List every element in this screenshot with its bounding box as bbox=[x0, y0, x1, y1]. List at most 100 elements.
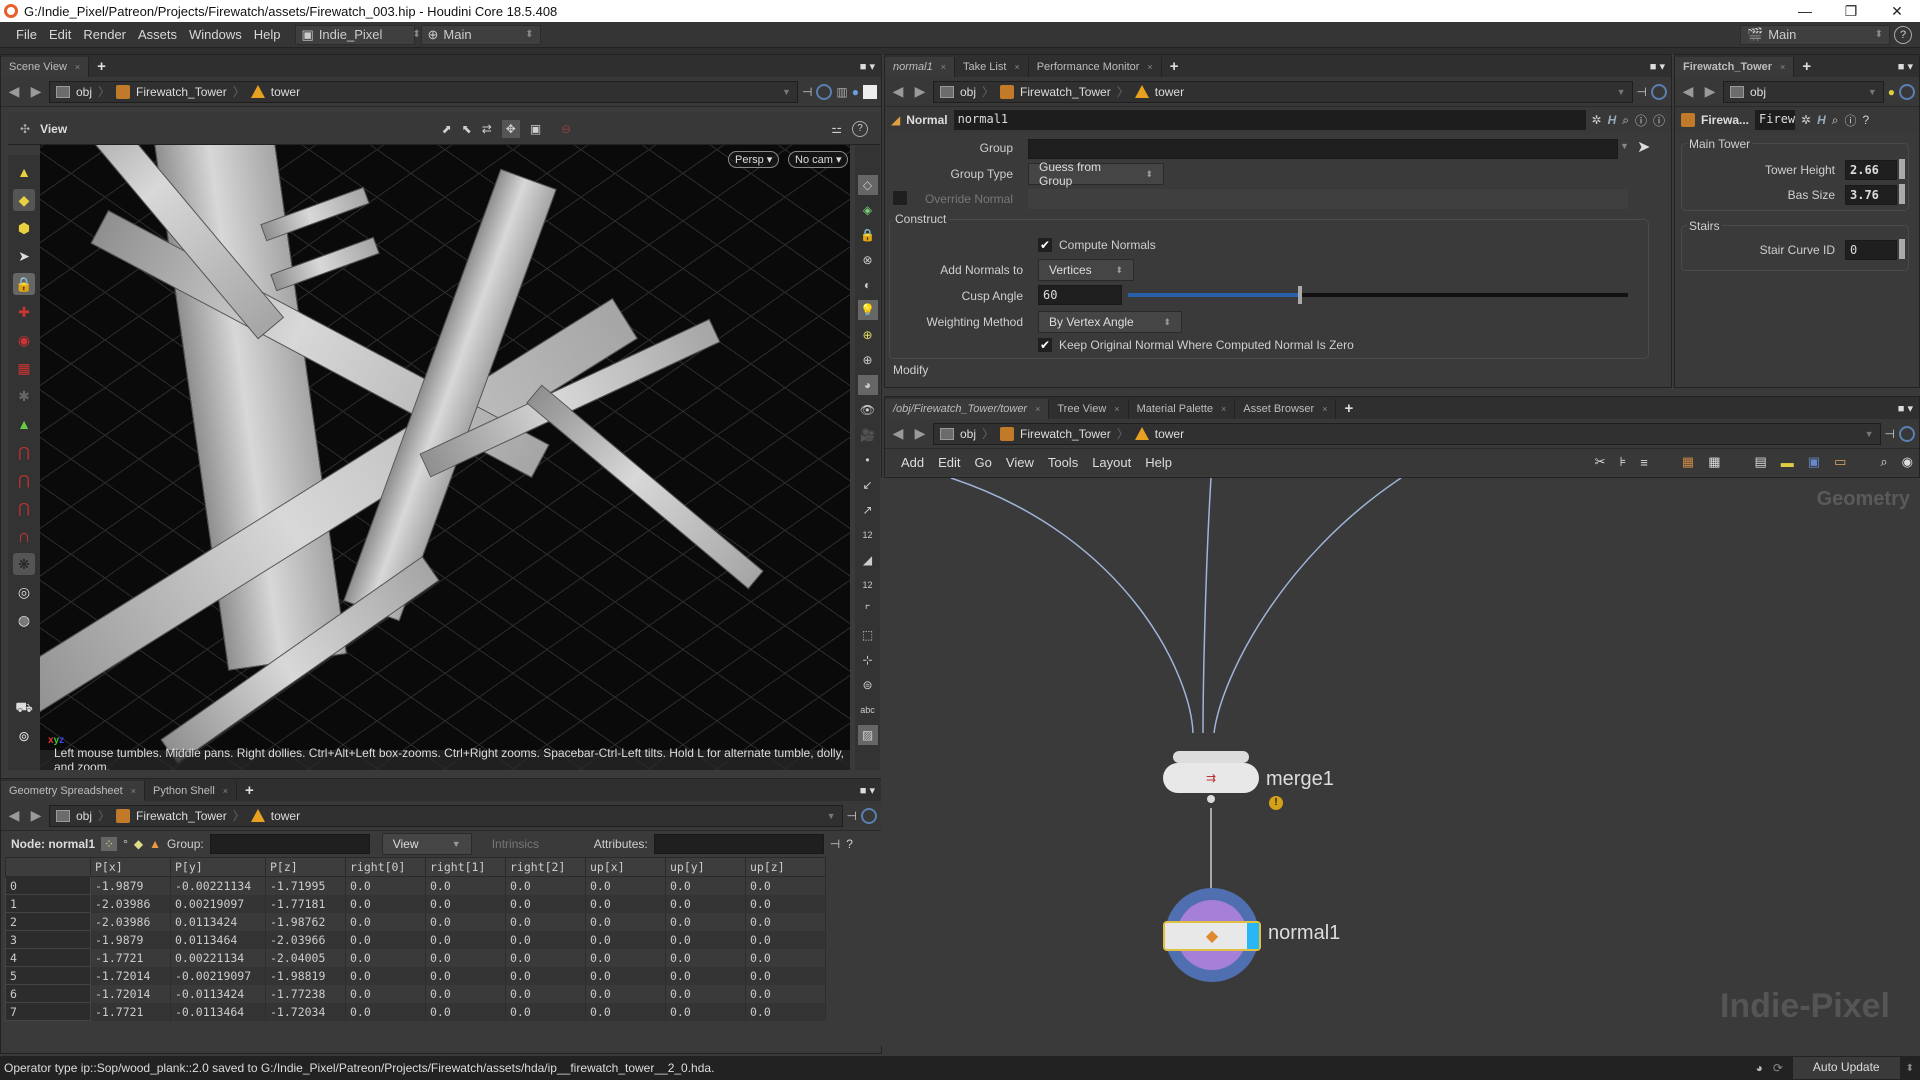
link-icon[interactable] bbox=[861, 807, 877, 824]
pin-icon[interactable]: ⊣ bbox=[1885, 427, 1895, 441]
origin-icon[interactable]: ⊹ bbox=[858, 650, 878, 670]
transform-icon[interactable]: ✚ bbox=[13, 301, 35, 323]
background-icon[interactable] bbox=[863, 84, 877, 99]
column-header[interactable]: right[2] bbox=[505, 857, 586, 877]
help-icon[interactable]: ? bbox=[1894, 25, 1912, 44]
column-header[interactable]: P[z] bbox=[265, 857, 346, 877]
net-menu-go[interactable]: Go bbox=[975, 455, 992, 470]
column-header[interactable]: up[y] bbox=[665, 857, 746, 877]
persp-menu[interactable]: Persp ▾ bbox=[728, 151, 780, 168]
view-icon[interactable]: ◎ bbox=[13, 581, 35, 603]
back-arrow-icon[interactable]: ◀ bbox=[5, 807, 23, 824]
light-link-icon[interactable]: ⊕ bbox=[858, 350, 878, 370]
tower-height-slider-handle[interactable] bbox=[1899, 159, 1905, 179]
frame-icon[interactable]: ▣ bbox=[530, 122, 541, 136]
viewport-help-icon[interactable]: ? bbox=[852, 120, 868, 137]
image-icon[interactable]: ▣ bbox=[1808, 454, 1820, 470]
point-normal-icon[interactable]: ↗ bbox=[858, 500, 878, 520]
help-icon[interactable]: ⓘ bbox=[1653, 112, 1665, 129]
forward-arrow-icon[interactable]: ▶ bbox=[911, 83, 929, 100]
network-canvas[interactable]: Geometry ⇉ merge1 ! ◆ normal1 Indie-Pixe… bbox=[881, 478, 1920, 1046]
pane-menu-icon[interactable]: ■ ▾ bbox=[1898, 402, 1919, 415]
breadcrumb-asset[interactable]: Firewatch_Tower bbox=[136, 809, 227, 823]
detail-mode-icon[interactable]: ▲ bbox=[149, 837, 161, 851]
bas-size-field[interactable]: 3.76 bbox=[1845, 185, 1897, 205]
auto-update-menu[interactable]: Auto Update bbox=[1792, 1057, 1900, 1079]
net-menu-view[interactable]: View bbox=[1006, 455, 1034, 470]
light-off-icon[interactable]: ⊗ bbox=[858, 250, 878, 270]
maximize-button[interactable]: ❐ bbox=[1828, 3, 1874, 20]
paint-icon[interactable]: ▲ bbox=[13, 413, 35, 435]
dropdown-icon[interactable]: ▼ bbox=[1868, 87, 1877, 97]
select-tool-icon[interactable]: ⬈ bbox=[442, 122, 452, 136]
magnet-curve-icon[interactable]: ⋂ bbox=[13, 469, 35, 491]
pane-menu-icon[interactable]: ■ ▾ bbox=[860, 784, 881, 797]
light-icon[interactable]: 💡 bbox=[857, 300, 878, 320]
tab-scene-view[interactable]: Scene View × bbox=[1, 57, 90, 77]
breadcrumb-obj[interactable]: obj bbox=[960, 427, 976, 441]
text-icon[interactable]: abc bbox=[858, 700, 878, 720]
menu-windows[interactable]: Windows bbox=[183, 27, 248, 42]
pin-icon[interactable]: ⊣ bbox=[802, 85, 812, 99]
forward-arrow-icon[interactable]: ▶ bbox=[27, 807, 45, 824]
link-icon[interactable] bbox=[816, 83, 833, 100]
group-type-menu[interactable]: Guess from Group ⬍ bbox=[1028, 160, 1164, 188]
table-row[interactable]: 5 -1.72014 -0.00219097 -1.98819 0.0 0.0 0.0 0.0… bbox=[5, 966, 826, 985]
add-tab-button[interactable]: + bbox=[237, 782, 262, 801]
table-row[interactable]: 1 -2.03986 0.00219097 -1.77181 0.0 0.0 0.0 0.0 0… bbox=[5, 894, 826, 913]
dropdown-icon[interactable]: ▼ bbox=[782, 87, 791, 97]
tower-height-field[interactable]: 2.66 bbox=[1845, 160, 1897, 180]
select-toggle-icon[interactable]: ⇄ bbox=[482, 122, 492, 136]
compute-normals-checkbox[interactable]: ✔ bbox=[1038, 238, 1052, 252]
breadcrumb-geo[interactable]: tower bbox=[271, 809, 300, 823]
menu-render[interactable]: Render bbox=[77, 27, 132, 42]
dropdown-icon[interactable]: ▼ bbox=[1617, 87, 1626, 97]
pin-icon[interactable]: ⊣ bbox=[847, 809, 857, 823]
back-arrow-icon[interactable]: ◀ bbox=[1679, 83, 1697, 100]
gear-icon[interactable]: ✲ bbox=[1592, 113, 1602, 127]
geometry-mode-icon[interactable]: ◆ bbox=[13, 189, 35, 211]
scale-icon[interactable]: ▦ bbox=[13, 357, 35, 379]
link-icon[interactable] bbox=[1899, 83, 1915, 100]
camera-icon[interactable]: ◍ bbox=[13, 609, 35, 631]
node-name-field[interactable]: Firew bbox=[1755, 110, 1796, 130]
object-mode-icon[interactable]: ▲ bbox=[13, 161, 35, 183]
table-row[interactable]: 2 -2.03986 0.0113424 -1.98762 0.0 0.0 0.0 0.0 0.… bbox=[5, 912, 826, 931]
shelf-set-selector[interactable]: 🎬 Main ⬍ bbox=[1740, 24, 1890, 45]
tree-icon[interactable]: ⊧ bbox=[1620, 454, 1627, 470]
table-row[interactable]: 0 -1.9879 -0.00221134 -1.71995 0.0 0.0 0.0 0.0 0… bbox=[5, 876, 826, 895]
breadcrumb-asset[interactable]: Firewatch_Tower bbox=[1020, 427, 1111, 441]
render-icon[interactable]: ⛟ bbox=[13, 697, 35, 719]
component-mode-icon[interactable]: ⬢ bbox=[13, 217, 35, 239]
tab-python-shell[interactable]: Python Shell × bbox=[145, 781, 238, 801]
info-icon[interactable]: ⓘ bbox=[1845, 112, 1857, 129]
vertices-mode-icon[interactable]: ° bbox=[123, 837, 128, 851]
column-header[interactable]: right[0] bbox=[345, 857, 426, 877]
breadcrumb-obj[interactable]: obj bbox=[1750, 85, 1766, 99]
gear-icon[interactable]: ✲ bbox=[1801, 113, 1811, 127]
camera-menu[interactable]: No cam ▾ bbox=[788, 151, 849, 168]
warning-icon[interactable]: ! bbox=[1269, 796, 1283, 810]
hda-icon[interactable]: H bbox=[1817, 113, 1826, 127]
camera-view-icon[interactable]: 🎥 bbox=[858, 425, 878, 445]
lock-icon[interactable]: 🔒 bbox=[13, 273, 35, 295]
add-tab-button[interactable]: + bbox=[1336, 400, 1361, 419]
tab-take-list[interactable]: Take List × bbox=[955, 57, 1029, 77]
info-icon[interactable]: ⓘ bbox=[1635, 112, 1647, 129]
back-arrow-icon[interactable]: ◀ bbox=[889, 425, 907, 442]
list-icon[interactable]: ≡ bbox=[1640, 455, 1648, 470]
forward-arrow-icon[interactable]: ▶ bbox=[911, 425, 929, 442]
grid-icon[interactable]: ▦ bbox=[1708, 454, 1720, 470]
stair-curve-slider-handle[interactable] bbox=[1899, 239, 1905, 259]
column-header[interactable] bbox=[5, 857, 91, 877]
menu-help[interactable]: Help bbox=[248, 27, 287, 42]
handle-icon[interactable]: ✱ bbox=[13, 385, 35, 407]
add-normals-menu[interactable]: Vertices ⬍ bbox=[1038, 259, 1134, 281]
package-icon[interactable]: ▭ bbox=[1834, 454, 1846, 470]
node-normal1[interactable]: ◆ bbox=[1163, 921, 1261, 951]
edge-icon[interactable]: ⌜ bbox=[858, 600, 878, 620]
refresh-icon[interactable]: ⟳ bbox=[1773, 1061, 1783, 1075]
pin-icon[interactable]: ⊣ bbox=[1637, 85, 1647, 99]
desktop-selector[interactable]: ▣ Indie_Pixel ⬍ bbox=[294, 24, 421, 45]
table-row[interactable]: 4 -1.7721 0.00221134 -2.04005 0.0 0.0 0.0 0.0 0.… bbox=[5, 948, 826, 967]
